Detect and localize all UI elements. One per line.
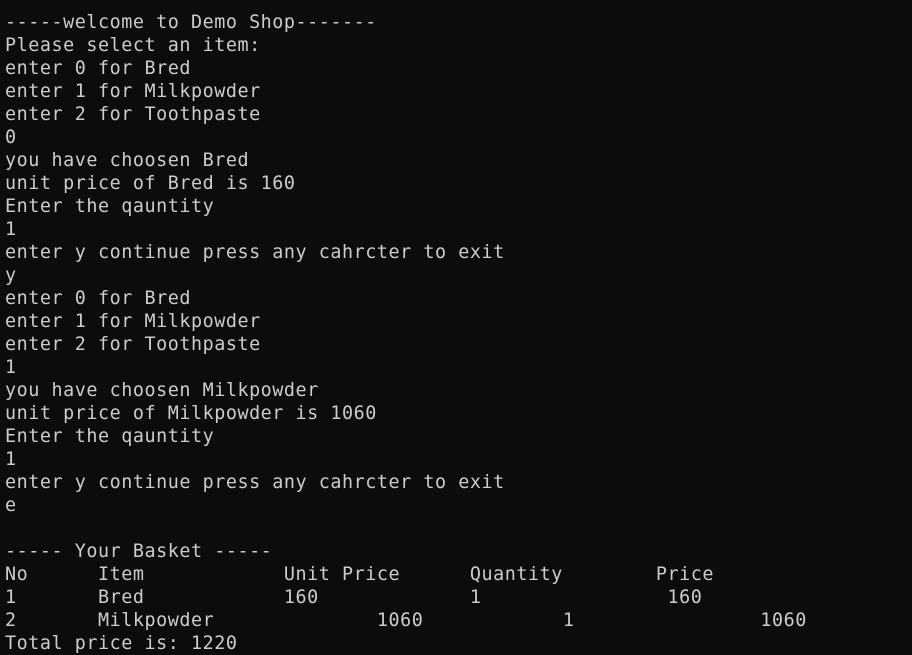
- chosen-item-message: you have choosen Milkpowder: [5, 380, 319, 401]
- quantity-prompt: Enter the qauntity: [5, 426, 215, 447]
- menu-option-toothpaste: enter 2 for Toothpaste: [5, 104, 261, 125]
- basket-row: 1 Bred 160 1 160: [5, 587, 703, 608]
- basket-header: ----- Your Basket -----: [5, 541, 273, 562]
- user-input-continue: y: [5, 265, 17, 286]
- continue-prompt: enter y continue press any cahrcter to e…: [5, 242, 505, 263]
- quantity-prompt: Enter the qauntity: [5, 196, 215, 217]
- unit-price-message: unit price of Milkpowder is 1060: [5, 403, 377, 424]
- user-input-quantity: 1: [5, 219, 17, 240]
- user-input-quantity: 1: [5, 449, 17, 470]
- total-price-line: Total price is: 1220: [5, 633, 238, 654]
- menu-option-milkpowder: enter 1 for Milkpowder: [5, 81, 261, 102]
- menu-option-toothpaste: enter 2 for Toothpaste: [5, 334, 261, 355]
- menu-option-bred: enter 0 for Bred: [5, 58, 191, 79]
- user-input-continue: e: [5, 495, 17, 516]
- continue-prompt: enter y continue press any cahrcter to e…: [5, 472, 505, 493]
- chosen-item-message: you have choosen Bred: [5, 150, 250, 171]
- unit-price-message: unit price of Bred is 160: [5, 173, 296, 194]
- shop-welcome-banner: -----welcome to Demo Shop-------: [5, 12, 377, 33]
- select-item-prompt: Please select an item:: [5, 35, 261, 56]
- terminal-output: -----welcome to Demo Shop------- Please …: [5, 0, 905, 655]
- basket-column-headers: No Item Unit Price Quantity Price: [5, 564, 714, 585]
- menu-option-milkpowder: enter 1 for Milkpowder: [5, 311, 261, 332]
- basket-row: 2 Milkpowder 1060 1 1060: [5, 610, 807, 631]
- user-input-item: 1: [5, 357, 17, 378]
- menu-option-bred: enter 0 for Bred: [5, 288, 191, 309]
- user-input-item: 0: [5, 127, 17, 148]
